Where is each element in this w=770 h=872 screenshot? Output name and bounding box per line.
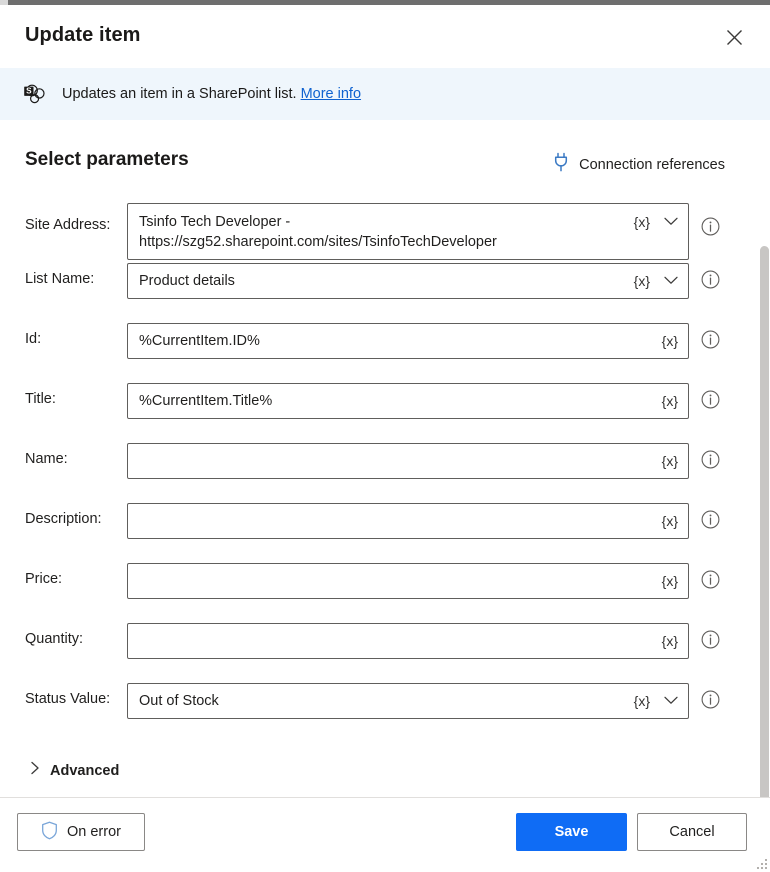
field-adornments: {x} [634,271,678,291]
field-adornments: {x} [634,212,678,232]
field-label: Name: [25,451,68,467]
expression-variable-icon[interactable]: {x} [634,271,650,291]
field-input[interactable]: Out of Stock {x} [127,683,689,719]
on-error-button[interactable]: On error [17,813,145,851]
more-info-link[interactable]: More info [301,86,361,102]
section-heading: Select parameters [25,149,189,170]
sharepoint-icon: S [22,81,48,107]
field-label: Title: [25,391,56,407]
expression-variable-icon[interactable]: {x} [662,571,678,591]
field-input[interactable]: {x} [127,503,689,539]
field-label: Id: [25,331,42,347]
field-input[interactable]: {x} [127,623,689,659]
shield-icon [41,821,58,844]
field-value: %CurrentItem.Title% [139,393,273,409]
dialog-body: Select parameters Connection references … [0,120,770,797]
field-input[interactable]: %CurrentItem.ID% {x} [127,323,689,359]
field-adornments: {x} [662,331,678,351]
form-row: Title: %CurrentItem.Title% {x} [0,375,770,435]
field-label: Site Address: [25,217,111,233]
field-input[interactable]: %CurrentItem.Title% {x} [127,383,689,419]
form-row: Name: {x} [0,435,770,495]
form-row: Status Value: Out of Stock {x} [0,675,770,735]
field-adornments: {x} [634,691,678,711]
chevron-down-icon[interactable] [664,692,678,710]
form-row: List Name: Product details {x} [0,255,770,315]
close-icon [726,29,743,46]
field-input[interactable]: Product details {x} [127,263,689,299]
advanced-label: Advanced [50,762,120,779]
vertical-scrollbar-track[interactable] [757,120,770,866]
field-adornments: {x} [662,451,678,471]
field-input[interactable]: Tsinfo Tech Developer - https://szg52.sh… [127,203,689,260]
save-button[interactable]: Save [516,813,627,851]
plug-icon [553,152,569,177]
field-label: Quantity: [25,631,84,647]
resize-grip[interactable] [755,857,767,869]
parameters-form: Site Address: Tsinfo Tech Developer - htt… [0,195,770,735]
info-icon[interactable] [701,390,720,414]
field-value: Out of Stock [139,693,219,709]
chevron-down-icon[interactable] [664,272,678,290]
field-value: Tsinfo Tech Developer - https://szg52.sh… [139,214,497,250]
expression-variable-icon[interactable]: {x} [662,631,678,651]
info-icon[interactable] [701,270,720,294]
info-icon[interactable] [701,510,720,534]
field-value: %CurrentItem.ID% [139,333,260,349]
form-row: Price: {x} [0,555,770,615]
field-label: Status Value: [25,691,111,707]
info-banner: S Updates an item in a SharePoint list. … [0,68,770,120]
info-icon[interactable] [701,690,720,714]
field-value: Product details [139,273,235,289]
close-button[interactable] [714,17,754,57]
expression-variable-icon[interactable]: {x} [662,451,678,471]
info-icon[interactable] [701,630,720,654]
connection-references-label: Connection references [579,156,725,173]
info-icon[interactable] [701,570,720,594]
advanced-toggle[interactable]: Advanced [30,761,119,780]
field-value [139,631,662,651]
form-row: Id: %CurrentItem.ID% {x} [0,315,770,375]
info-icon[interactable] [701,217,720,241]
field-input[interactable]: {x} [127,443,689,479]
field-label: Price: [25,571,63,587]
field-value [139,511,662,531]
chevron-down-icon[interactable] [664,213,678,231]
field-adornments: {x} [662,571,678,591]
field-value [139,451,662,471]
vertical-scrollbar-thumb[interactable] [760,246,769,866]
form-row: Site Address: Tsinfo Tech Developer - htt… [0,195,770,260]
expression-variable-icon[interactable]: {x} [662,511,678,531]
field-label: List Name: [25,271,95,287]
field-label: Description: [25,511,102,527]
expression-variable-icon[interactable]: {x} [662,331,678,351]
expression-variable-icon[interactable]: {x} [634,212,650,232]
dialog-titlebar: Update item [0,5,770,68]
page-title: Update item [25,24,141,46]
field-value [139,571,662,591]
chevron-right-icon [30,761,40,780]
info-icon[interactable] [701,330,720,354]
banner-description: Updates an item in a SharePoint list. [62,85,297,102]
field-adornments: {x} [662,391,678,411]
svg-text:S: S [26,87,32,96]
cancel-button[interactable]: Cancel [637,813,747,851]
expression-variable-icon[interactable]: {x} [662,391,678,411]
expression-variable-icon[interactable]: {x} [634,691,650,711]
info-icon[interactable] [701,450,720,474]
banner-text: Updates an item in a SharePoint list. Mo… [62,87,361,102]
field-adornments: {x} [662,511,678,531]
field-input[interactable]: {x} [127,563,689,599]
form-row: Description: {x} [0,495,770,555]
field-adornments: {x} [662,631,678,651]
connection-references-link[interactable]: Connection references [553,152,725,177]
update-item-dialog: Update item S Updates an item in a Share… [0,0,770,872]
on-error-label: On error [67,824,121,840]
form-row: Quantity: {x} [0,615,770,675]
